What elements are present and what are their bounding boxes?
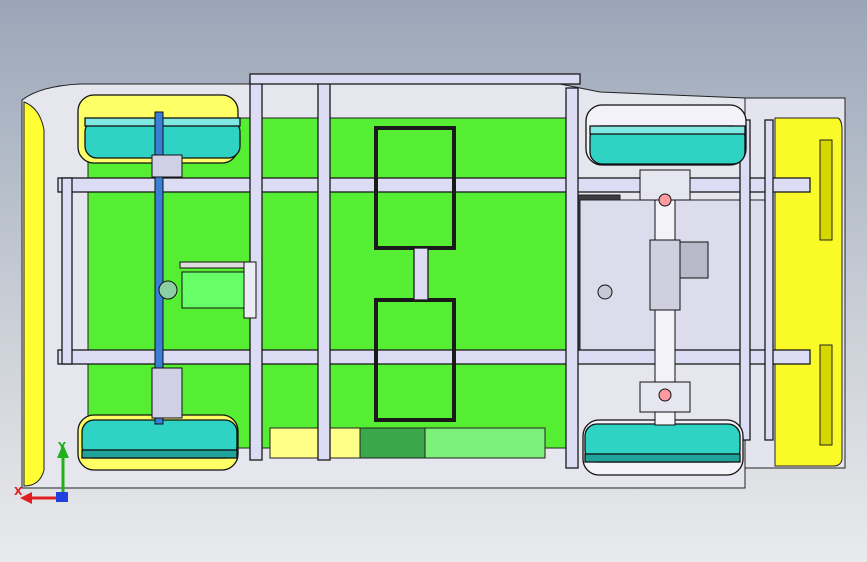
cad-viewport[interactable]: Y X [0,0,867,562]
chassis-model[interactable] [0,0,867,562]
wheel-rear-right [582,419,744,476]
wheel-front-right [585,104,747,166]
y-axis-label: Y [58,440,66,453]
x-axis-label: X [14,485,23,498]
